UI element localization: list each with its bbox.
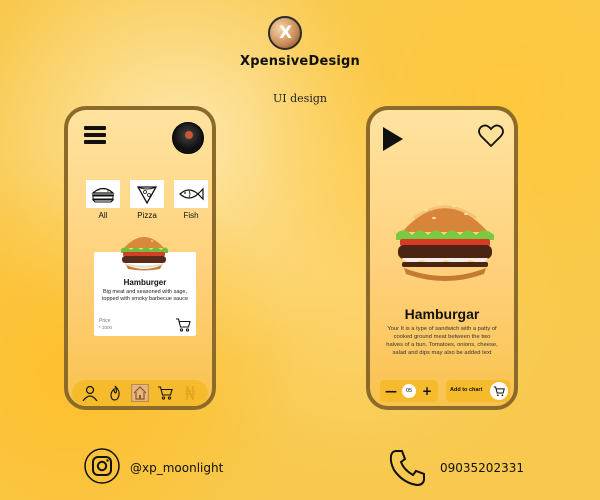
shopping-cart-icon [490,382,508,400]
fish-icon [174,180,208,208]
price-label: Price [99,318,111,324]
category-label: Pizza [137,211,157,220]
user-icon[interactable] [81,384,99,402]
price-value: * 2000 [99,325,113,330]
product-title: Hamburgar [404,306,480,322]
brand-subtitle: UI design [273,92,327,105]
product-description: Your It is a type of sandwich with a pat… [386,326,498,357]
decrease-quantity-button[interactable]: — [384,384,398,398]
phone-mockup-menu: All Pizza Fish Hamburger Big meat and se… [64,106,216,410]
fire-icon[interactable] [106,384,124,402]
hamburger-menu-icon[interactable] [84,126,106,144]
food-card-hamburger[interactable]: Hamburger Big meat and seasoned with sag… [94,235,196,336]
play-icon[interactable] [382,126,404,152]
brand-name: XpensiveDesign [239,54,361,69]
shopping-cart-icon[interactable] [156,384,174,402]
user-avatar[interactable] [172,122,204,154]
burger-sketch-icon [86,180,120,208]
quantity-stepper: — 05 + [380,380,438,402]
heart-icon[interactable] [478,124,504,148]
category-fish[interactable]: Fish [174,180,208,220]
card-description: Big meat and seasoned with sage, topped … [101,289,189,303]
home-icon[interactable] [130,384,149,402]
instagram-icon[interactable] [84,448,120,484]
pizza-slice-icon [130,180,164,208]
phone-mockup-product: Hamburgar Your It is a type of sandwich … [366,106,518,410]
hamburger-image [121,235,168,271]
card-title: Hamburger [123,278,167,287]
increase-quantity-button[interactable]: + [420,384,434,398]
brand-logo: X [268,16,302,50]
phone-number[interactable]: 09035202331 [440,461,524,475]
phone-icon[interactable] [388,448,428,488]
brand-logo-letter: X [279,23,293,43]
hamburger-image [396,202,494,281]
category-label: Fish [183,211,199,220]
bottom-navigation [72,380,208,406]
naira-currency-icon[interactable] [181,384,199,402]
category-label: All [98,211,108,220]
quantity-value: 05 [402,384,416,398]
category-pizza[interactable]: Pizza [130,180,164,220]
category-all[interactable]: All [86,180,120,220]
shopping-cart-icon[interactable] [175,318,191,332]
add-to-cart-label: Add to chart [450,387,483,393]
add-to-cart-button[interactable]: Add to chart [446,380,510,402]
instagram-handle[interactable]: @xp_moonlight [130,461,223,475]
